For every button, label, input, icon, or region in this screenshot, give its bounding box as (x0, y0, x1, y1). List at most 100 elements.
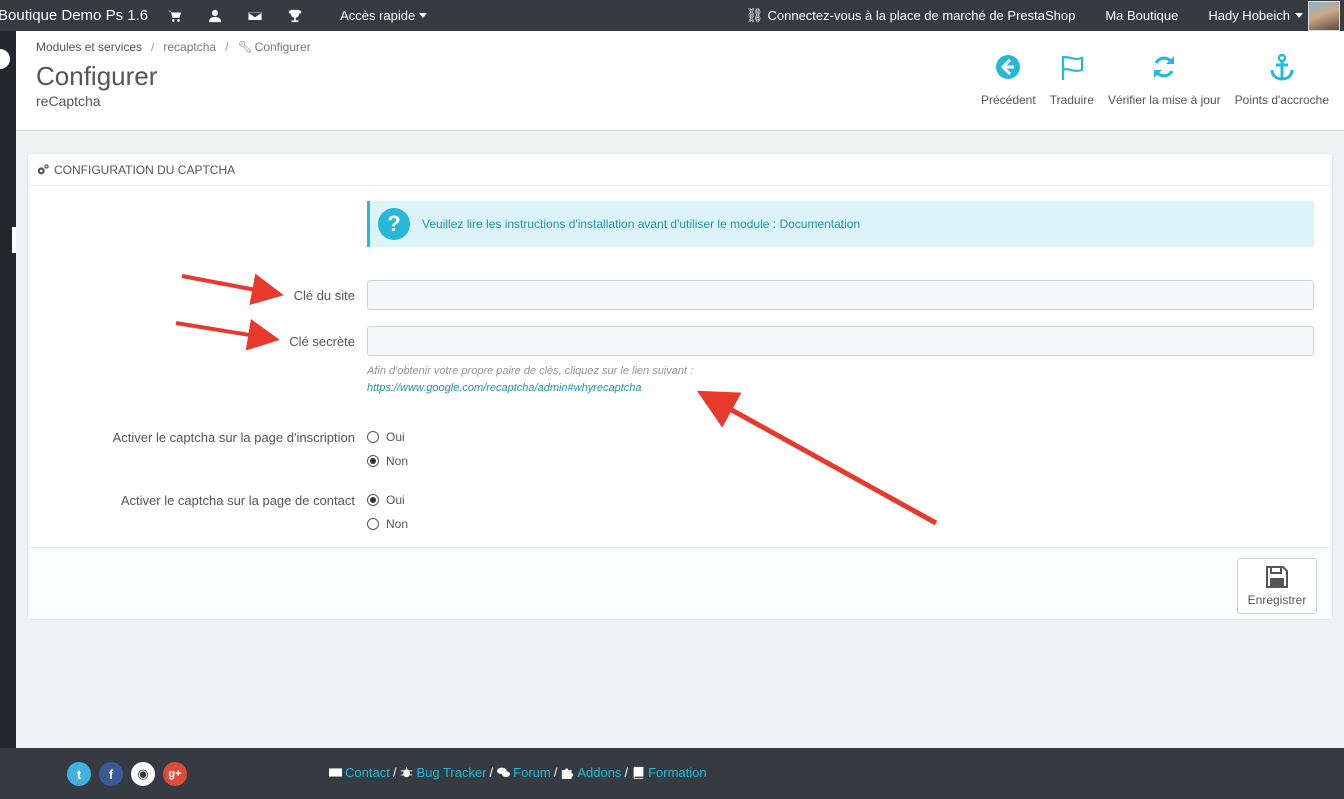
sidebar-toggle[interactable] (0, 49, 10, 69)
signup-no-radio[interactable]: Non (367, 454, 408, 468)
panel-title: Configuration du captcha (54, 162, 236, 177)
marketplace-connect-label: Connectez-vous à la place de marché de P… (767, 8, 1076, 23)
floppy-disk-icon (1266, 566, 1288, 588)
forum-link[interactable]: Forum (497, 765, 551, 780)
github-icon[interactable]: ◉ (131, 762, 155, 786)
bug-tracker-label: Bug Tracker (416, 765, 487, 780)
refresh-icon (1154, 56, 1175, 78)
hooks-button[interactable]: Points d'accroche (1228, 53, 1336, 107)
addons-link[interactable]: Addons (561, 765, 621, 780)
alert-text: Veuillez lire les instructions d'install… (422, 217, 780, 231)
quick-access-menu[interactable]: Accès rapide (340, 8, 428, 23)
radio-circle (367, 431, 379, 443)
documentation-link[interactable]: Documentation (779, 217, 860, 231)
envelope-icon[interactable] (248, 9, 263, 23)
trophy-icon[interactable] (288, 9, 302, 23)
info-alert: ? Veuillez lire les instructions d'insta… (367, 201, 1314, 247)
signup-captcha-label: Activer le captcha sur la page d'inscrip… (112, 430, 355, 445)
book-icon (633, 766, 644, 779)
save-button[interactable]: Enregistrer (1237, 558, 1317, 614)
signup-yes-radio[interactable]: Oui (367, 430, 405, 444)
puzzle-icon (562, 768, 574, 779)
contact-yes-radio[interactable]: Oui (367, 493, 405, 507)
hooks-label: Points d'accroche (1234, 93, 1329, 107)
formation-link[interactable]: Formation (632, 765, 707, 780)
radio-circle (367, 518, 379, 530)
secret-key-label: Clé secrète (289, 334, 355, 349)
flag-icon (1061, 56, 1083, 80)
bug-icon (401, 766, 413, 778)
breadcrumb: Modules et services / recaptcha / 🔧︎ Con… (36, 40, 311, 54)
check-update-label: Vérifier la mise à jour (1107, 93, 1221, 107)
twitter-icon[interactable]: t (67, 762, 91, 786)
addons-label: Addons (577, 765, 622, 780)
facebook-icon[interactable]: f (99, 762, 123, 786)
arrow-left-circle-icon (996, 55, 1021, 79)
panel-heading: Configuration du captcha (28, 154, 1332, 186)
breadcrumb-configure: Configurer (254, 40, 311, 54)
recaptcha-admin-link[interactable]: https://www.google.com/recaptcha/admin#w… (367, 382, 642, 394)
bug-tracker-link[interactable]: Bug Tracker (400, 765, 487, 780)
panel-footer: Enregistrer (28, 547, 1332, 619)
alert-message: Veuillez lire les instructions d'install… (422, 217, 860, 231)
wrench-icon: 🔧︎ (237, 40, 253, 54)
save-label: Enregistrer (1247, 593, 1307, 607)
radio-circle-checked (367, 455, 379, 467)
breadcrumb-modules[interactable]: Modules et services (36, 40, 142, 54)
marketplace-connect-link[interactable]: ⛓ Connectez-vous à la place de marché de… (746, 7, 1076, 24)
check-update-button[interactable]: Vérifier la mise à jour (1101, 53, 1228, 107)
breadcrumb-recaptcha[interactable]: recaptcha (163, 40, 216, 54)
page-subtitle: reCaptcha (36, 93, 101, 109)
chevron-down-icon (1295, 13, 1303, 18)
top-navbar: Boutique Demo Ps 1.6 Accès rapide ⛓ Conn… (0, 0, 1344, 31)
link-separator: / (553, 765, 558, 780)
user-icon[interactable] (208, 9, 222, 23)
contact-link-label: Contact (345, 765, 390, 780)
contact-no-radio[interactable]: Non (367, 517, 408, 531)
site-key-input[interactable] (367, 280, 1314, 310)
quick-access-label: Accès rapide (340, 8, 416, 23)
user-menu[interactable]: Hady Hobeich (1208, 0, 1340, 31)
question-icon: ? (378, 208, 410, 240)
forum-label: Forum (513, 765, 551, 780)
link-separator: / (489, 765, 494, 780)
footer-links: Contact / Bug Tracker / Forum / Addons /… (329, 765, 707, 780)
avatar (1308, 0, 1340, 31)
formation-label: Formation (648, 765, 707, 780)
captcha-config-panel: Configuration du captcha ? Veuillez lire… (27, 153, 1333, 620)
cart-icon[interactable] (168, 9, 182, 23)
signup-no-label: Non (386, 454, 409, 468)
comments-icon (497, 767, 511, 777)
social-links: t f ◉ g+ (67, 762, 187, 786)
link-separator: / (392, 765, 397, 780)
google-plus-icon[interactable]: g+ (163, 762, 187, 786)
cogs-icon (37, 163, 49, 174)
help-block: Afin d'obtenir votre propre paire de clé… (367, 363, 693, 397)
signup-yes-label: Oui (386, 430, 405, 444)
radio-circle-checked (367, 494, 379, 506)
my-shop-link[interactable]: Ma Boutique (1105, 8, 1178, 23)
back-button[interactable]: Précédent (974, 53, 1043, 107)
shop-brand[interactable]: Boutique Demo Ps 1.6 (0, 7, 148, 24)
contact-link[interactable]: Contact (329, 765, 390, 780)
link-separator: / (624, 765, 629, 780)
translate-label: Traduire (1049, 93, 1094, 107)
page-toolbar: Précédent Traduire Vérifier la mise à jo… (974, 53, 1336, 107)
page-footer: t f ◉ g+ Contact / Bug Tracker / Forum /… (0, 748, 1344, 799)
back-label: Précédent (980, 93, 1036, 107)
contact-yes-label: Oui (386, 493, 405, 507)
breadcrumb-separator: / (151, 40, 155, 54)
contact-captcha-label: Activer le captcha sur la page de contac… (120, 493, 355, 508)
link-icon: ⛓ (745, 7, 764, 23)
chevron-down-icon (419, 13, 428, 18)
user-name: Hady Hobeich (1208, 8, 1290, 23)
page-title: Configurer (36, 61, 158, 91)
help-text: Afin d'obtenir votre propre paire de clé… (367, 365, 694, 377)
translate-button[interactable]: Traduire (1043, 53, 1101, 107)
breadcrumb-separator: / (225, 40, 229, 54)
contact-no-label: Non (386, 517, 409, 531)
secret-key-input[interactable] (367, 326, 1314, 356)
sidebar-active-marker (12, 227, 16, 253)
envelope-icon (329, 768, 342, 777)
page-header: Modules et services / recaptcha / 🔧︎ Con… (16, 31, 1344, 131)
